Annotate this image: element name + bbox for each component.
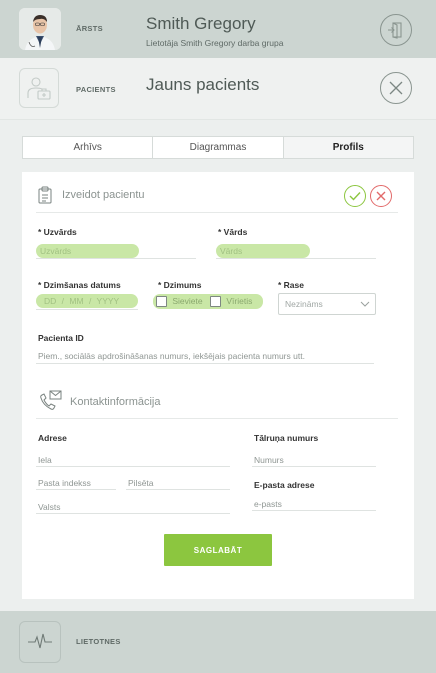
chevron-down-icon xyxy=(360,301,370,307)
race-label: * Rase xyxy=(278,280,304,290)
patient-id-label: Pacienta ID xyxy=(38,333,84,343)
email-label: E-pasta adrese xyxy=(254,480,315,490)
tab-diagrams[interactable]: Diagrammas xyxy=(153,137,284,158)
phone-label: Tālruņa numurs xyxy=(254,433,319,443)
heartbeat-icon xyxy=(28,633,52,649)
birth-year-placeholder: YYYY xyxy=(96,296,120,306)
date-separator: / xyxy=(61,296,65,306)
tab-profile[interactable]: Profils xyxy=(283,137,413,158)
patient-header: PACIENTS Jauns pacients xyxy=(0,58,436,120)
contact-section-title: Kontaktinformācija xyxy=(70,396,161,408)
birth-date-input[interactable]: DD / MM / YYYY xyxy=(36,294,138,308)
confirm-button[interactable] xyxy=(344,185,366,207)
settings-label: LIETOTNES xyxy=(76,637,121,646)
patient-title: Jauns pacients xyxy=(146,75,260,94)
birth-day-placeholder: DD xyxy=(44,296,57,306)
email-input[interactable]: e-pasts xyxy=(254,499,282,509)
doctor-group: Lietotāja Smith Gregory darba grupa xyxy=(146,38,284,48)
logout-button[interactable] xyxy=(380,14,412,46)
postcode-input[interactable]: Pasta indekss xyxy=(38,478,91,488)
name-input[interactable]: Vārds xyxy=(216,244,310,258)
female-option-label: Sieviete xyxy=(172,296,203,306)
patient-id-underline xyxy=(36,363,374,364)
doctor-bar: ĀRSTS Smith Gregory Lietotāja Smith Greg… xyxy=(0,0,436,58)
postcode-underline xyxy=(36,489,116,490)
street-input[interactable]: Iela xyxy=(38,455,52,465)
surname-input[interactable]: Uzvārds xyxy=(36,244,139,258)
surname-label: * Uzvārds xyxy=(38,227,77,237)
patient-icon xyxy=(27,77,51,100)
clipboard-icon xyxy=(38,186,52,204)
name-underline xyxy=(216,258,376,259)
tab-archive[interactable]: Arhīvs xyxy=(23,137,154,158)
settings-bar: LIETOTNES xyxy=(0,611,436,673)
save-button[interactable]: SAGLABĀT xyxy=(164,534,272,566)
male-checkbox[interactable] xyxy=(210,296,221,308)
patient-icon-box xyxy=(19,68,59,108)
create-section-header: Izveidot pacientu xyxy=(36,184,398,213)
city-underline xyxy=(126,489,230,490)
phone-mail-icon xyxy=(40,390,62,410)
role-label: ĀRSTS xyxy=(76,24,103,33)
country-underline xyxy=(36,513,230,514)
check-icon xyxy=(349,192,361,201)
birth-date-label: * Dzimšanas datums xyxy=(38,280,121,290)
name-label: * Vārds xyxy=(218,227,248,237)
cancel-button[interactable] xyxy=(370,185,392,207)
patient-id-input[interactable]: Piem., sociālās apdrošināšanas numurs, i… xyxy=(38,351,305,361)
street-underline xyxy=(36,466,230,467)
birth-month-placeholder: MM xyxy=(69,296,84,306)
address-label: Adrese xyxy=(38,433,67,443)
gender-label: * Dzimums xyxy=(158,280,202,290)
tab-bar: Arhīvs Diagrammas Profils xyxy=(22,136,414,159)
city-input[interactable]: Pilsēta xyxy=(128,478,154,488)
race-select[interactable]: Nezināms xyxy=(278,293,376,315)
gender-options: Sieviete Vīrietis xyxy=(153,294,263,309)
female-checkbox[interactable] xyxy=(156,296,167,308)
male-option-label: Vīrietis xyxy=(226,296,253,306)
phone-input[interactable]: Numurs xyxy=(254,455,284,465)
doctor-avatar xyxy=(19,8,61,50)
email-underline xyxy=(252,510,376,511)
date-separator: / xyxy=(88,296,92,306)
contact-section-header: Kontaktinformācija xyxy=(36,388,398,419)
close-button[interactable] xyxy=(380,72,412,104)
patient-label: PACIENTS xyxy=(76,85,116,94)
cancel-icon xyxy=(376,191,386,201)
patient-form-card: Izveidot pacientu * Uzvārds Uzvārds * Vā… xyxy=(22,172,414,599)
surname-underline xyxy=(36,258,196,259)
phone-underline xyxy=(252,466,376,467)
birth-date-underline xyxy=(36,309,138,310)
logout-door-icon xyxy=(388,22,402,39)
create-section-title: Izveidot pacientu xyxy=(62,189,145,201)
close-icon xyxy=(389,81,403,95)
race-value: Nezināms xyxy=(285,299,323,309)
doctor-name: Smith Gregory xyxy=(146,14,256,33)
country-input[interactable]: Valsts xyxy=(38,502,61,512)
apps-button[interactable] xyxy=(19,621,61,663)
